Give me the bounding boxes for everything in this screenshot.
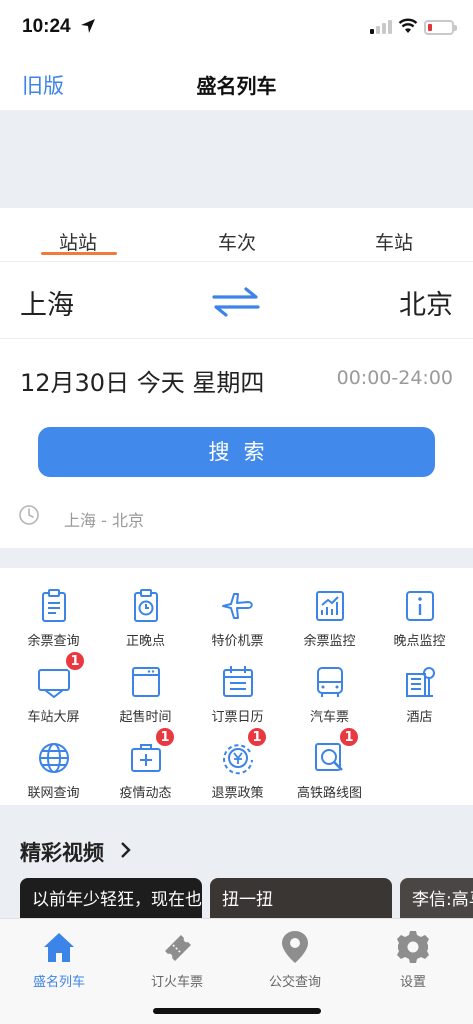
status-bar: 10:24 [0,0,473,58]
hotel-icon [406,667,435,697]
feature-bus-tickets[interactable]: 汽车票 [282,650,377,726]
feature-label: 高铁路线图 [296,786,362,801]
history-route[interactable]: 上海 - 北京 [64,507,144,531]
date-row[interactable]: 12月30日 今天 星期四 00:00-24:00 [0,339,473,415]
notification-badge: 1 [246,726,268,748]
feature-network-query[interactable]: 联网查询 [6,726,101,802]
calendar-icon [223,666,253,697]
video-caption: 李信:高马尾，宝贝 [412,890,473,910]
tab-train-number[interactable]: 车次 [177,228,297,255]
screen-icon [38,669,70,699]
tab-train-tickets[interactable]: 订火车票 [118,927,236,990]
battery-icon [424,20,457,35]
clock-board-icon [134,589,158,622]
feature-ticket-monitor[interactable]: 余票监控 [282,574,377,650]
feature-label: 疫情动态 [119,786,172,801]
feature-on-time[interactable]: 正晚点 [98,574,193,650]
navigation-bar: 旧版 盛名列车 [0,58,473,110]
history-clock-icon [19,505,39,525]
tab-home[interactable]: 盛名列车 [0,927,118,990]
tab-station[interactable]: 车站 [334,228,454,255]
wifi-icon [398,18,418,33]
swap-icon[interactable] [212,287,260,317]
page-title: 盛名列车 [196,74,277,98]
arrival-city[interactable]: 北京 [399,283,453,322]
active-tab-indicator [41,252,117,255]
banner-area [0,110,473,208]
video-caption: 扭一扭 [222,890,273,910]
feature-label: 酒店 [406,710,433,725]
tab-label: 设置 [399,975,426,990]
home-indicator [153,1008,321,1014]
feature-remaining-tickets[interactable]: 余票查询 [6,574,101,650]
home-icon [44,933,74,962]
feature-label: 起售时间 [119,710,172,725]
tab-label: 公交查询 [268,975,321,990]
notification-badge: 1 [338,726,360,748]
globe-icon [39,743,69,773]
notification-badge: 1 [154,726,176,748]
status-time: 10:24 [22,16,71,37]
location-arrow-icon [81,19,95,33]
feature-label: 汽车票 [309,710,349,725]
feature-label: 车站大屏 [27,710,80,725]
feature-delay-monitor[interactable]: 晚点监控 [372,574,467,650]
tab-label: 盛名列车 [32,975,85,990]
info-icon [406,591,434,621]
feature-sale-time[interactable]: 起售时间 [98,650,193,726]
feature-label: 晚点监控 [393,634,446,649]
tab-bus-query[interactable]: 公交查询 [236,927,354,990]
feature-refund-policy[interactable]: 1 退票政策 [190,726,285,802]
tab-label: 订火车票 [150,975,203,990]
feature-label: 订票日历 [211,710,264,725]
feature-hotel[interactable]: 酒店 [372,650,467,726]
departure-city[interactable]: 上海 [20,283,74,322]
gear-icon [397,931,429,963]
chart-monitor-icon [316,591,344,621]
video-section-title[interactable]: 精彩视频 [20,837,104,867]
feature-label: 联网查询 [27,786,80,801]
feature-station-screen[interactable]: 1 车站大屏 [6,650,101,726]
bottom-tab-bar: 盛名列车 订火车票 公交查询 设置 [0,918,473,1024]
feature-epidemic-news[interactable]: 1 疫情动态 [98,726,193,802]
departure-date[interactable]: 12月30日 今天 星期四 [20,363,264,398]
time-range[interactable]: 00:00-24:00 [337,367,453,389]
tab-station-to-station[interactable]: 站站 [18,228,138,255]
search-tabs: 站站 车次 车站 [0,208,473,262]
feature-label: 余票监控 [303,634,356,649]
location-pin-icon [282,931,308,963]
feature-grid: 余票查询 正晚点 特价机票 余票监控 晚点监控 1 车站大屏 起售时间 订票日历… [0,568,473,805]
feature-cheap-flights[interactable]: 特价机票 [190,574,285,650]
feature-rail-map[interactable]: 1 高铁路线图 [282,726,377,802]
feature-label: 特价机票 [211,634,264,649]
airplane-icon [222,593,253,619]
search-button[interactable]: 搜索 [38,427,435,477]
app-screen: 10:24 旧版 盛名列车 站站 车次 车站 上海 北京 12月30日 今天 星… [0,0,473,1024]
search-history[interactable]: 上海 - 北京 [0,500,473,532]
tab-settings[interactable]: 设置 [354,927,472,990]
notification-badge: 1 [64,650,86,672]
bus-icon [317,667,343,697]
ticket-icon [165,935,191,961]
clipboard-icon [42,589,66,622]
route-row: 上海 北京 [0,263,473,339]
video-section: 精彩视频 以前年少轻狂，现在也是狂，只是 扭一扭 李信:高马尾，宝贝 [0,805,473,928]
feature-label: 余票查询 [27,634,80,649]
cellular-signal-icon [370,20,392,34]
video-caption: 以前年少轻狂，现在也是狂，只是 [32,890,202,910]
feature-label: 正晚点 [125,634,165,649]
oven-icon [132,667,160,697]
feature-label: 退票政策 [211,786,264,801]
feature-booking-calendar[interactable]: 订票日历 [190,650,285,726]
chevron-right-icon[interactable] [120,841,132,859]
search-card: 站站 车次 车站 上海 北京 12月30日 今天 星期四 00:00-24:00… [0,208,473,548]
